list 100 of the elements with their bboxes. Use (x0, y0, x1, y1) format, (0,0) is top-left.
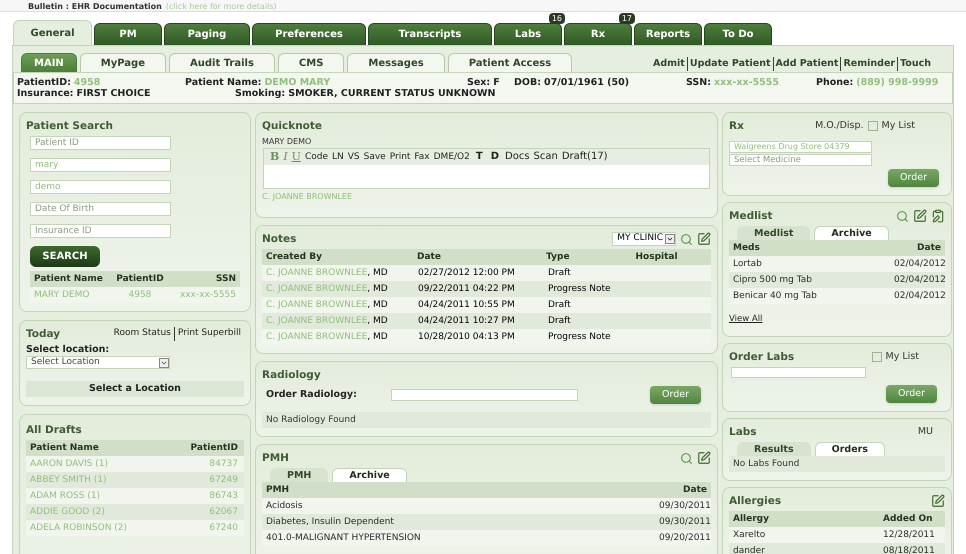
column-header: Patient Name (33, 273, 104, 286)
table-cell-text: 09/30/2011 (658, 500, 711, 513)
labs-field[interactable] (731, 367, 866, 378)
view-tab[interactable]: MyPage (80, 53, 166, 72)
location-select[interactable]: Select Location (26, 356, 170, 369)
table-cell-text: 04/24/2011 10:55 PM (417, 299, 516, 312)
view-tab[interactable]: Patient Access (448, 53, 572, 72)
action-link[interactable]: Add Patient (772, 56, 840, 71)
patient-field: Sex: F (467, 77, 514, 88)
table-cell-text: 02/04/2012 (893, 274, 945, 287)
panel-title: Allergies (729, 494, 782, 508)
toolbar-button[interactable]: VS (348, 151, 360, 163)
section-tab[interactable]: Rx (564, 23, 632, 45)
toolbar-button[interactable]: Code (304, 151, 328, 163)
view-tab[interactable]: MAIN (21, 53, 77, 72)
edit-icon[interactable] (697, 451, 711, 465)
panel-title: Patient Search (26, 120, 114, 132)
toolbar-button[interactable]: D (488, 151, 501, 163)
patient-field: SSN: xxx-xx-5555 (686, 77, 816, 88)
section-tab[interactable]: Paging (164, 23, 250, 45)
toolbar-button[interactable]: DME/O2 (434, 151, 470, 163)
today-link[interactable]: Print Superbill (174, 327, 244, 341)
field-value: (889) 998-9999 (856, 77, 938, 88)
panel-title: Today (26, 328, 60, 340)
table-cell-text: 04/24/2011 10:27 PM (417, 315, 516, 328)
section-tab[interactable]: Reports (634, 23, 702, 45)
column-header: Patient Name (29, 442, 100, 455)
medicine-field[interactable]: Select Medicine (729, 154, 872, 166)
patient-field: Smoking: SMOKER, CURRENT STATUS UNKNOWN (235, 88, 496, 99)
tab[interactable]: PMH (270, 468, 328, 482)
radiology-field[interactable] (391, 389, 578, 401)
tab[interactable]: Medlist (737, 226, 810, 240)
toolbar-button[interactable]: LN (332, 151, 344, 163)
search-field[interactable]: Date Of Birth (30, 202, 171, 216)
panel-title: Medlist (729, 210, 773, 222)
table-cell-text: ADAM ROSS (1) (29, 490, 102, 503)
panel-title: PMH (262, 452, 289, 464)
search-icon[interactable] (680, 232, 693, 246)
search-field[interactable]: Insurance ID (30, 224, 171, 238)
section-tab[interactable]: Preferences (252, 23, 366, 45)
table-cell-text: 09/30/2011 (658, 516, 711, 529)
empty-message: No Labs Found (729, 456, 945, 472)
panel-title: Radiology (262, 368, 321, 382)
view-tab[interactable]: Audit Trails (169, 53, 275, 72)
panel-title: Rx (729, 120, 744, 132)
column-header: Added On (882, 513, 934, 526)
clinic-select[interactable]: MY CLINIC (612, 232, 676, 246)
tab[interactable]: Orders (814, 442, 885, 456)
clipboard-pen-icon[interactable] (931, 209, 945, 223)
table-cell-text: Acidosis (265, 500, 304, 513)
edit-icon[interactable] (913, 209, 927, 223)
toolbar-button[interactable]: Scan (534, 151, 558, 163)
search-field[interactable]: Patient ID (30, 136, 171, 150)
toolbar-button[interactable]: Save (364, 151, 386, 163)
section-tab[interactable]: General (13, 20, 92, 45)
search-button[interactable]: SEARCH (30, 246, 100, 267)
column-header: PatientID (115, 273, 165, 286)
tab[interactable]: Results (737, 442, 811, 456)
table-cell-text: 09/22/2011 04:22 PM (417, 283, 516, 296)
toolbar-button[interactable]: T (474, 151, 485, 163)
today-link[interactable]: Room Status (110, 327, 174, 341)
location-label: Select location: (26, 344, 110, 356)
tab[interactable]: Archive (332, 468, 407, 482)
table-cell-text: 67249 (208, 474, 239, 487)
action-link[interactable]: Update Patient (686, 56, 773, 71)
view-all-link[interactable]: View All (729, 314, 762, 324)
section-tab[interactable]: Transcripts (368, 23, 492, 45)
action-link[interactable]: Admit (651, 56, 687, 71)
checkbox[interactable] (868, 121, 878, 131)
toolbar-button[interactable]: Draft(17) (562, 151, 608, 163)
section-tab[interactable]: PM (94, 23, 162, 45)
panel-title: Labs (729, 426, 757, 438)
table-cell-text: 08/18/2011 (882, 545, 936, 554)
table-cell-text: 62067 (208, 506, 239, 519)
table-cell-text: 4958 (128, 289, 152, 302)
table-cell-text: 401.0-MALIGNANT HYPERTENSION (265, 532, 422, 545)
toolbar-button[interactable]: Fax (414, 151, 430, 163)
table-cell-text: 02/04/2012 (893, 290, 945, 303)
action-link[interactable]: Touch (897, 56, 933, 71)
section-tab[interactable]: Labs (494, 23, 562, 45)
tab[interactable]: Archive (814, 226, 889, 240)
view-tab[interactable]: Messages (347, 53, 445, 72)
edit-icon[interactable] (931, 494, 945, 508)
toolbar-button[interactable]: Print (390, 151, 410, 163)
checkbox[interactable] (872, 352, 882, 362)
table-cell-text: AARON DAVIS (1) (29, 458, 109, 471)
table-cell-text: ADELA ROBINSON (2) (29, 522, 128, 535)
count-badge: 17 (618, 13, 635, 24)
edit-icon[interactable] (697, 232, 711, 246)
table-cell-text: C. JOANNE BROWNLEE, MD (265, 315, 389, 328)
toolbar-button[interactable]: Docs (505, 151, 530, 163)
field-value: SMOKER, CURRENT STATUS UNKNOWN (288, 88, 496, 99)
search-icon[interactable] (896, 210, 909, 222)
table-cell-text: Draft (547, 315, 572, 328)
table-cell-text: 67240 (208, 522, 239, 535)
view-tab[interactable]: CMS (278, 53, 344, 72)
section-tab[interactable]: To Do (704, 23, 772, 45)
action-link[interactable]: Reminder (840, 56, 898, 71)
search-icon[interactable] (680, 452, 693, 464)
column-header: Allergy (732, 513, 770, 526)
